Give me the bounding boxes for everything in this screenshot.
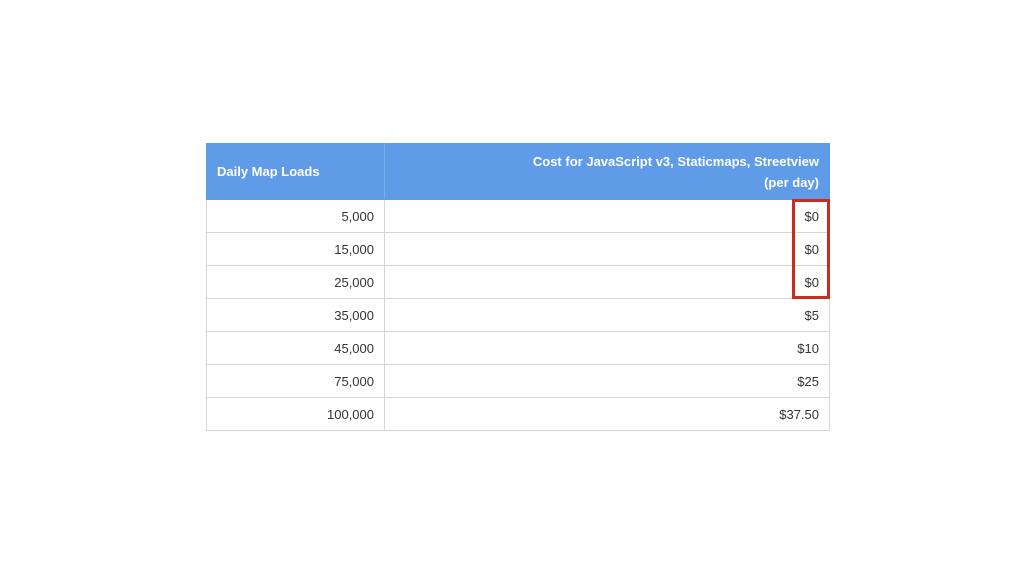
- cell-loads: 45,000: [206, 331, 385, 365]
- cell-cost: $25: [384, 364, 830, 398]
- cell-loads: 75,000: [206, 364, 385, 398]
- cell-loads: 35,000: [206, 298, 385, 332]
- cell-cost: $5: [384, 298, 830, 332]
- cell-cost: $0: [384, 265, 830, 299]
- pricing-table: Daily Map Loads Cost for JavaScript v3, …: [206, 143, 830, 431]
- header-cost-line-2: (per day): [764, 174, 819, 190]
- cell-cost: $37.50: [384, 397, 830, 431]
- header-cost-per-day: Cost for JavaScript v3, Staticmaps, Stre…: [384, 143, 830, 200]
- header-cost-line-1: Cost for JavaScript v3, Staticmaps, Stre…: [532, 153, 819, 169]
- header-daily-map-loads: Daily Map Loads: [206, 143, 385, 200]
- cell-loads: 15,000: [206, 232, 385, 266]
- table-row: 25,000 $0: [206, 265, 830, 299]
- table-row: 100,000 $37.50: [206, 397, 830, 431]
- table-row: 35,000 $5: [206, 298, 830, 332]
- cell-cost: $10: [384, 331, 830, 365]
- table-header-row: Daily Map Loads Cost for JavaScript v3, …: [206, 143, 830, 200]
- cell-loads: 100,000: [206, 397, 385, 431]
- cell-loads: 25,000: [206, 265, 385, 299]
- table-row: 5,000 $0: [206, 199, 830, 233]
- table-row: 45,000 $10: [206, 331, 830, 365]
- table-row: 15,000 $0: [206, 232, 830, 266]
- cell-loads: 5,000: [206, 199, 385, 233]
- cell-cost: $0: [384, 232, 830, 266]
- table-row: 75,000 $25: [206, 364, 830, 398]
- cell-cost: $0: [384, 199, 830, 233]
- slide: Daily Map Loads Cost for JavaScript v3, …: [0, 0, 1024, 576]
